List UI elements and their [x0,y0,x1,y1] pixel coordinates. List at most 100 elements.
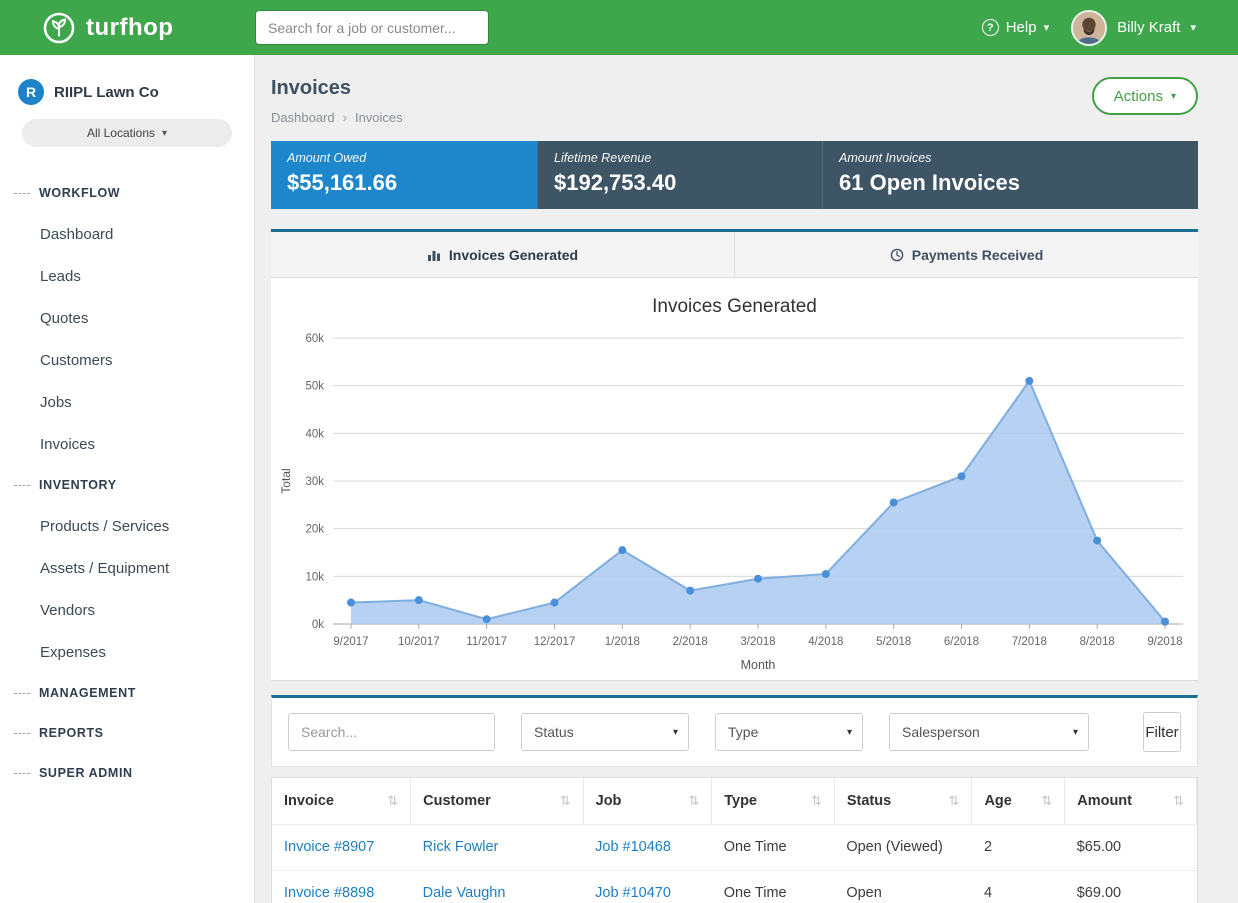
sidebar-item-quotes[interactable]: Quotes [0,297,254,339]
column-header-status[interactable]: Status⇅ [834,778,972,824]
svg-text:9/2018: 9/2018 [1147,636,1182,648]
nav-section-label: SUPER ADMIN [39,766,133,780]
company-selector[interactable]: R RIIPL Lawn Co [0,71,254,119]
filter-button[interactable]: Filter [1143,712,1181,752]
svg-text:2/2018: 2/2018 [672,636,707,648]
help-label: Help [1006,19,1037,36]
column-label: Job [596,793,622,809]
cell-type: One Time [712,870,835,903]
stat-label: Amount Invoices [839,151,1182,165]
nav-section-management: MANAGEMENT [0,673,254,713]
select-value: Salesperson [902,724,980,740]
stats-row: Amount Owed $55,161.66 Lifetime Revenue … [271,141,1198,209]
topbar: turfhop ? Help ▾ Billy Kraft ▾ [0,0,1238,55]
svg-text:11/2017: 11/2017 [466,636,507,648]
select-value: Type [728,724,758,740]
clock-icon [890,248,904,262]
nav-section-label: REPORTS [39,726,104,740]
breadcrumb-invoices: Invoices [355,110,403,125]
stat-label: Lifetime Revenue [554,151,806,165]
nav-section-super-admin: SUPER ADMIN [0,753,254,793]
chevron-down-icon: ▾ [1190,21,1196,34]
select-value: Status [534,724,574,740]
tab-label: Payments Received [912,247,1044,263]
column-header-job[interactable]: Job⇅ [583,778,712,824]
turfhop-logo[interactable]: turfhop [0,11,255,45]
help-icon: ? [982,19,999,36]
chevron-down-icon: ▾ [162,128,167,139]
sidebar-item-expenses[interactable]: Expenses [0,631,254,673]
table-row: Invoice #8907Rick FowlerJob #10468One Ti… [272,824,1197,870]
svg-text:40k: 40k [305,428,324,440]
user-name: Billy Kraft [1117,19,1180,36]
sort-icon: ⇅ [560,793,571,809]
chevron-down-icon: ▾ [673,727,678,738]
svg-text:Month: Month [740,658,775,672]
cell-age: 2 [972,824,1065,870]
svg-text:20k: 20k [305,524,324,536]
location-selector[interactable]: All Locations ▾ [22,119,232,147]
cell-invoice[interactable]: Invoice #8907 [272,824,411,870]
nav-section-label: INVENTORY [39,478,117,492]
cell-job[interactable]: Job #10468 [583,824,712,870]
help-menu[interactable]: ? Help ▾ [982,19,1049,36]
sidebar-nav: WORKFLOWDashboardLeadsQuotesCustomersJob… [0,159,254,793]
svg-text:0k: 0k [311,619,323,631]
sort-icon: ⇅ [387,793,398,809]
global-search-input[interactable] [255,10,489,45]
select-type[interactable]: Type▾ [715,713,863,751]
select-status[interactable]: Status ▾ [521,713,689,751]
chevron-down-icon: ▾ [1073,727,1078,738]
sidebar-item-leads[interactable]: Leads [0,255,254,297]
svg-text:9/2017: 9/2017 [333,636,368,648]
svg-text:8/2018: 8/2018 [1079,636,1114,648]
actions-button[interactable]: Actions ▾ [1092,77,1198,115]
sidebar-item-dashboard[interactable]: Dashboard [0,213,254,255]
sidebar-item-customers[interactable]: Customers [0,339,254,381]
column-header-customer[interactable]: Customer ⇅ [411,778,584,824]
column-header-type[interactable]: Type⇅ [712,778,835,824]
stat-value: 61 Open Invoices [839,170,1182,196]
cell-invoice[interactable]: Invoice #8898 [272,870,411,903]
topbar-right: ? Help ▾ Billy Kraft ▾ [982,10,1238,46]
table-search-input[interactable] [288,713,495,751]
bar-chart-icon [427,248,441,262]
column-label: Customer [423,793,491,809]
sort-icon: ⇅ [1041,793,1052,809]
tab-payments-received[interactable]: Payments Received [734,232,1198,277]
stat-card-lifetime-revenue: Lifetime Revenue $192,753.40 [537,141,822,209]
column-header-age[interactable]: Age⇅ [972,778,1065,824]
logo-text: turfhop [86,14,173,42]
invoices-generated-chart: 0k10k20k30k40k50k60k9/201710/201711/2017… [271,324,1198,676]
tab-invoices-generated[interactable]: Invoices Generated [271,232,734,277]
cell-customer[interactable]: Rick Fowler [411,824,584,870]
user-menu[interactable]: Billy Kraft ▾ [1071,10,1196,46]
filter-bar: Status ▾ Type▾ Salesperson ▾ Filter [271,695,1198,767]
nav-section-inventory: INVENTORY [0,465,254,505]
cell-job[interactable]: Job #10470 [583,870,712,903]
sort-icon: ⇅ [1173,793,1184,809]
tab-label: Invoices Generated [449,247,578,263]
sidebar-item-products-services[interactable]: Products / Services [0,505,254,547]
breadcrumb: Dashboard › Invoices [271,110,403,125]
select-salesperson[interactable]: Salesperson ▾ [889,713,1089,751]
chart-body: Invoices Generated 0k10k20k30k40k50k60k9… [271,278,1198,680]
column-header-invoice[interactable]: Invoice⇅ [272,778,411,824]
nav-section-reports: REPORTS [0,713,254,753]
tree-dash-icon [14,485,30,486]
svg-text:10k: 10k [305,571,324,583]
sidebar-item-vendors[interactable]: Vendors [0,589,254,631]
sidebar-item-invoices[interactable]: Invoices [0,423,254,465]
table-header-row: Invoice⇅Customer⇅Job⇅Type⇅Status⇅Age⇅Amo… [272,778,1197,824]
page-header: Invoices Dashboard › Invoices Actions ▾ [271,77,1198,125]
cell-age: 4 [972,870,1065,903]
cell-customer[interactable]: Dale Vaughn [411,870,584,903]
column-header-amount[interactable]: Amount⇅ [1065,778,1197,824]
sidebar-item-jobs[interactable]: Jobs [0,381,254,423]
company-name: RIIPL Lawn Co [54,84,159,101]
nav-section-label: MANAGEMENT [39,686,136,700]
actions-label: Actions [1114,88,1163,105]
sidebar-item-assets-equipment[interactable]: Assets / Equipment [0,547,254,589]
breadcrumb-dashboard[interactable]: Dashboard [271,110,335,125]
app-window: turfhop ? Help ▾ Billy Kraft ▾ [0,0,1238,903]
